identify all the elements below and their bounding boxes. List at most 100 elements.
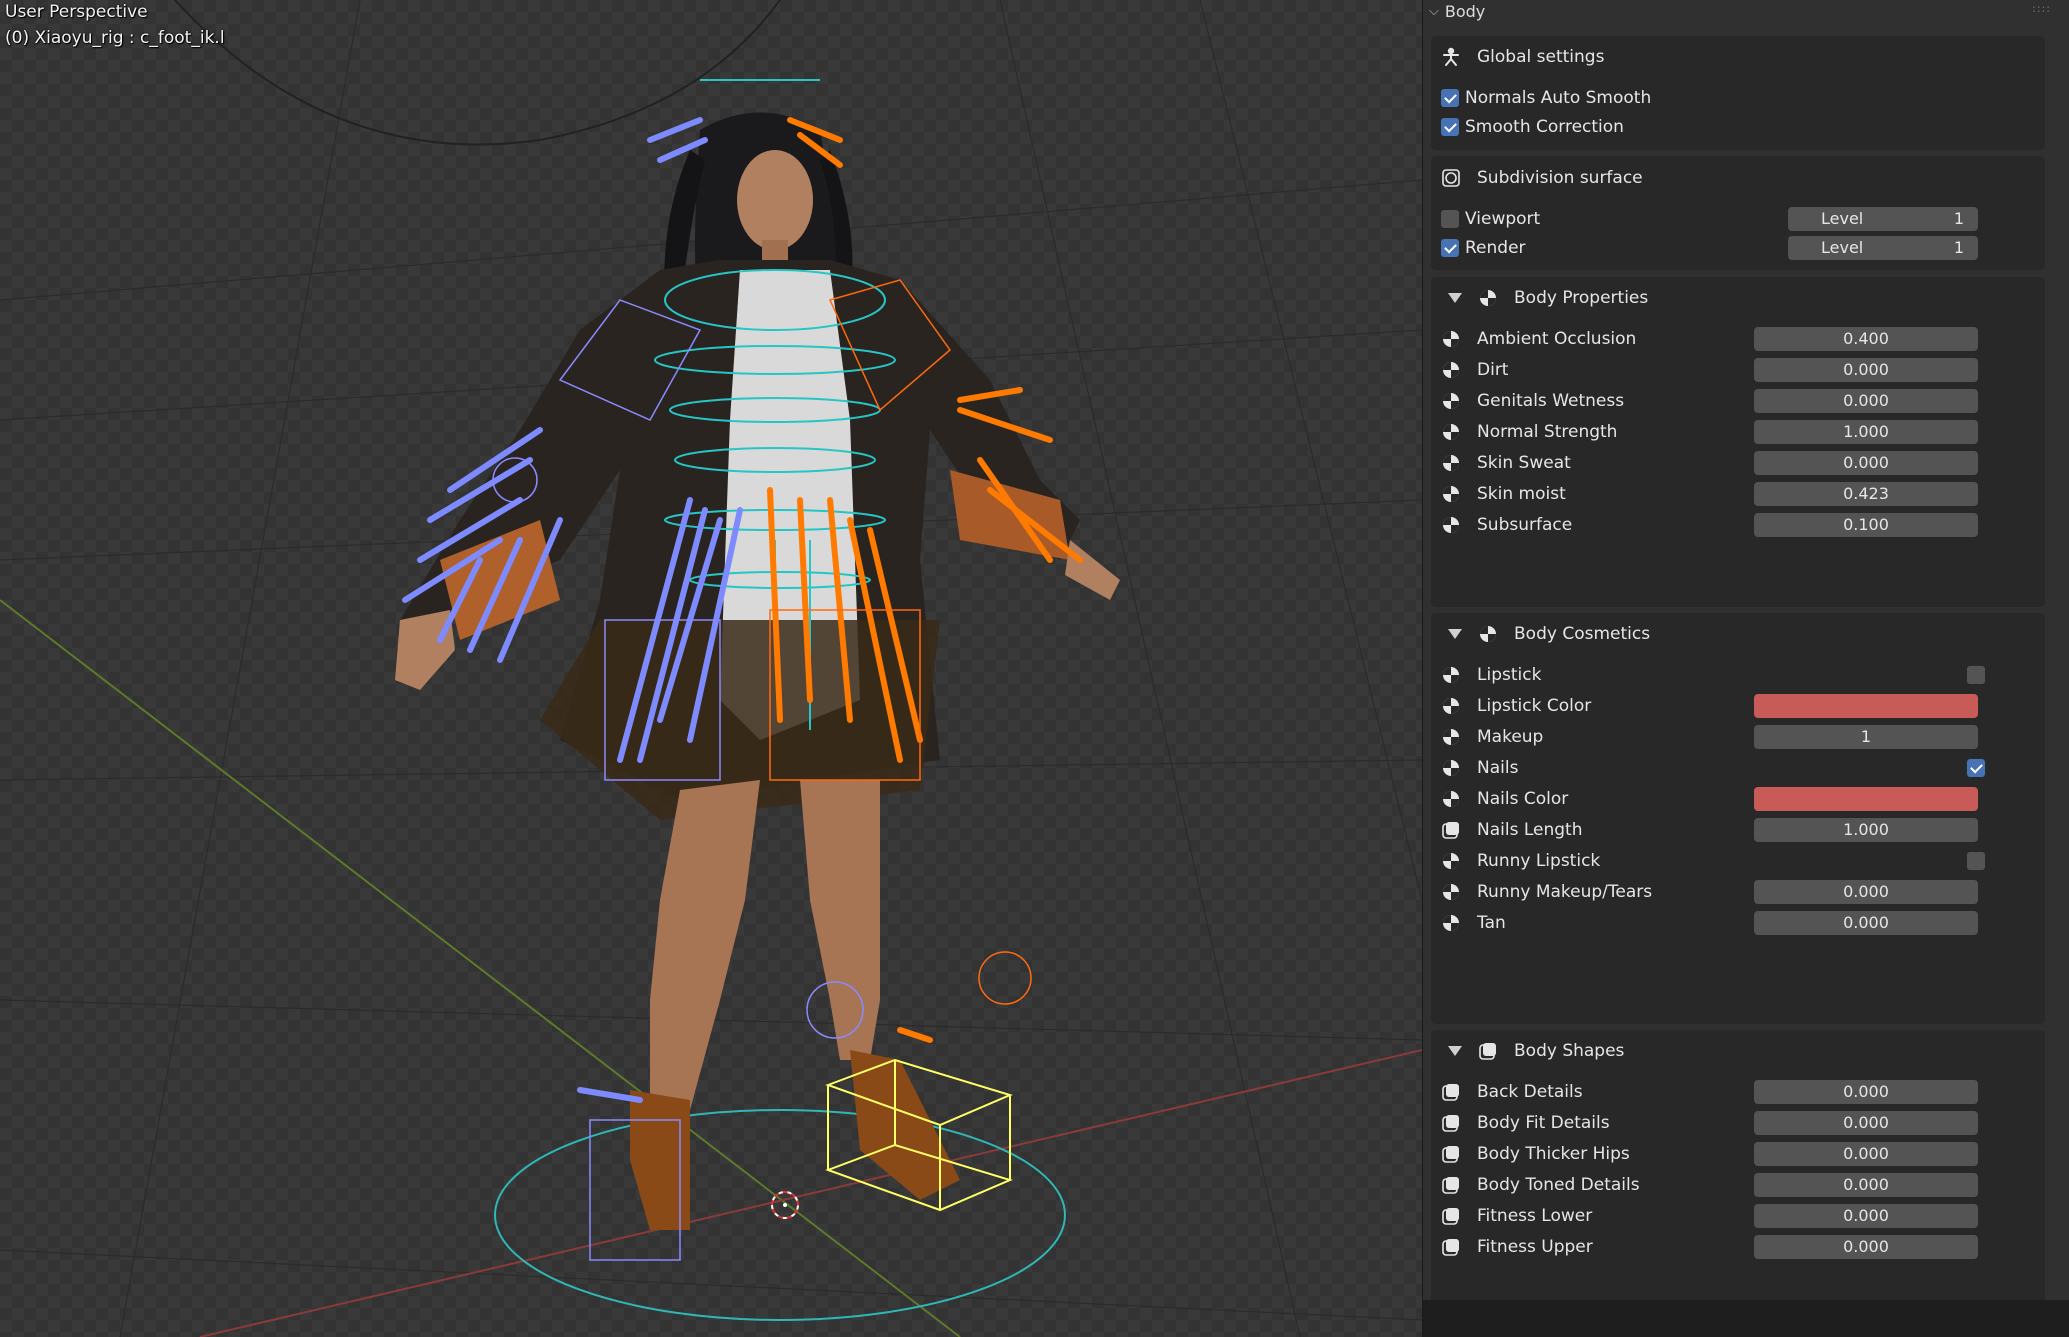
body-cosmetics-title: Body Cosmetics [1514, 624, 1651, 644]
collapse-triangle-icon[interactable] [1448, 629, 1462, 639]
shape-key-icon [1441, 820, 1461, 840]
back-details-row[interactable]: Back Details 0.000 [1431, 1075, 2045, 1109]
nails-label: Nails [1477, 758, 1519, 778]
body-shapes-header[interactable]: Body Shapes [1431, 1034, 2045, 1068]
collapse-triangle-icon[interactable] [1448, 293, 1462, 303]
normal-strength-row[interactable]: Normal Strength 1.000 [1431, 415, 2045, 449]
makeup-field[interactable]: 1 [1754, 725, 1978, 749]
fitness-upper-row[interactable]: Fitness Upper 0.000 [1431, 1230, 2045, 1264]
runny-lipstick-checkbox[interactable] [1967, 852, 1985, 870]
ambient-occlusion-row[interactable]: Ambient Occlusion 0.400 [1431, 322, 2045, 356]
normal-strength-field[interactable]: 1.000 [1754, 420, 1978, 444]
skin-moist-field[interactable]: 0.423 [1754, 482, 1978, 506]
body-toned-details-row[interactable]: Body Toned Details 0.000 [1431, 1168, 2045, 1202]
smooth-correction-label: Smooth Correction [1465, 117, 1624, 137]
fitness-lower-field[interactable]: 0.000 [1754, 1204, 1978, 1228]
drag-grip-icon[interactable]: :::: [2032, 2, 2051, 15]
makeup-row[interactable]: Makeup 1 [1431, 720, 2045, 754]
shape-key-icon [1441, 1175, 1461, 1195]
lipstick-checkbox[interactable] [1967, 666, 1985, 684]
subdiv-render-level-field[interactable]: Level 1 [1788, 236, 1978, 260]
shader-ball-icon [1441, 484, 1461, 504]
nails-color-row[interactable]: Nails Color [1431, 782, 2045, 816]
nails-checkbox[interactable] [1967, 759, 1985, 777]
subdiv-render-checkbox[interactable] [1441, 239, 1459, 257]
body-fit-details-row[interactable]: Body Fit Details 0.000 [1431, 1106, 2045, 1140]
subsurface-field[interactable]: 0.100 [1754, 513, 1978, 537]
shader-ball-icon [1441, 360, 1461, 380]
shader-ball-icon [1441, 329, 1461, 349]
makeup-label: Makeup [1477, 727, 1544, 747]
subsurface-row[interactable]: Subsurface 0.100 [1431, 508, 2045, 542]
ambient-occlusion-field[interactable]: 0.400 [1754, 327, 1978, 351]
runny-lipstick-label: Runny Lipstick [1477, 851, 1601, 871]
subdivision-title: Subdivision surface [1477, 168, 1643, 188]
3d-cursor[interactable] [771, 1191, 799, 1219]
chevron-down-icon[interactable]: ⌵ [1429, 4, 1439, 19]
genitals-wetness-field[interactable]: 0.000 [1754, 389, 1978, 413]
shape-key-icon [1441, 1144, 1461, 1164]
panel-header[interactable]: ⌵ Body :::: [1423, 0, 2069, 22]
lipstick-label: Lipstick [1477, 665, 1542, 685]
subdiv-viewport-label: Viewport [1465, 209, 1541, 229]
normals-auto-smooth-checkbox[interactable] [1441, 89, 1459, 107]
lipstick-color-swatch[interactable] [1754, 694, 1978, 718]
fitness-upper-field[interactable]: 0.000 [1754, 1235, 1978, 1259]
body-thicker-hips-row[interactable]: Body Thicker Hips 0.000 [1431, 1137, 2045, 1171]
armature-icon [1441, 47, 1461, 67]
smooth-correction-checkbox[interactable] [1441, 118, 1459, 136]
dirt-field[interactable]: 0.000 [1754, 358, 1978, 382]
shader-ball-icon [1441, 665, 1461, 685]
shader-ball-icon [1441, 727, 1461, 747]
body-properties-header[interactable]: Body Properties [1431, 281, 2045, 315]
global-settings-title: Global settings [1477, 47, 1605, 67]
nails-color-label: Nails Color [1477, 789, 1569, 809]
back-details-label: Back Details [1477, 1082, 1583, 1102]
body-fit-details-field[interactable]: 0.000 [1754, 1111, 1978, 1135]
nails-length-row[interactable]: Nails Length 1.000 [1431, 813, 2045, 847]
runny-makeup-row[interactable]: Runny Makeup/Tears 0.000 [1431, 875, 2045, 909]
scene-canvas[interactable] [0, 0, 1422, 1337]
subdiv-render-level-value: 1 [1953, 238, 1964, 257]
normal-strength-label: Normal Strength [1477, 422, 1618, 442]
tan-row[interactable]: Tan 0.000 [1431, 906, 2045, 940]
runny-makeup-field[interactable]: 0.000 [1754, 880, 1978, 904]
nails-length-field[interactable]: 1.000 [1754, 818, 1978, 842]
nails-color-swatch[interactable] [1754, 787, 1978, 811]
lipstick-row[interactable]: Lipstick [1431, 658, 2045, 692]
subdivision-header: Subdivision surface [1431, 161, 2045, 195]
body-properties-title: Body Properties [1514, 288, 1649, 308]
skin-sweat-field[interactable]: 0.000 [1754, 451, 1978, 475]
smooth-correction-row[interactable]: Smooth Correction [1431, 110, 2045, 144]
runny-lipstick-row[interactable]: Runny Lipstick [1431, 844, 2045, 878]
body-toned-details-field[interactable]: 0.000 [1754, 1173, 1978, 1197]
genitals-wetness-row[interactable]: Genitals Wetness 0.000 [1431, 384, 2045, 418]
subdiv-viewport-level-field[interactable]: Level 1 [1788, 207, 1978, 231]
nails-row[interactable]: Nails [1431, 751, 2045, 785]
subdiv-viewport-checkbox[interactable] [1441, 210, 1459, 228]
body-shapes-title: Body Shapes [1514, 1041, 1625, 1061]
back-details-field[interactable]: 0.000 [1754, 1080, 1978, 1104]
subsurface-label: Subsurface [1477, 515, 1573, 535]
tan-field[interactable]: 0.000 [1754, 911, 1978, 935]
character-mesh[interactable] [395, 112, 1120, 1231]
subdiv-render-row[interactable]: Render Level 1 [1431, 231, 2045, 265]
properties-panel[interactable]: ⌵ Body :::: Global settings Normals Auto… [1422, 0, 2069, 1337]
3d-viewport[interactable]: User Perspective (0) Xiaoyu_rig : c_foot… [0, 0, 1422, 1337]
lipstick-color-row[interactable]: Lipstick Color [1431, 689, 2045, 723]
fitness-lower-row[interactable]: Fitness Lower 0.000 [1431, 1199, 2045, 1233]
tan-label: Tan [1477, 913, 1506, 933]
fitness-lower-label: Fitness Lower [1477, 1206, 1593, 1226]
lipstick-color-label: Lipstick Color [1477, 696, 1592, 716]
skin-sweat-row[interactable]: Skin Sweat 0.000 [1431, 446, 2045, 480]
body-thicker-hips-field[interactable]: 0.000 [1754, 1142, 1978, 1166]
dirt-row[interactable]: Dirt 0.000 [1431, 353, 2045, 387]
shape-key-icon [1441, 1237, 1461, 1257]
collapse-triangle-icon[interactable] [1448, 1046, 1462, 1056]
fitness-upper-label: Fitness Upper [1477, 1237, 1593, 1257]
shape-key-icon [1478, 1041, 1498, 1061]
shader-ball-icon [1441, 422, 1461, 442]
shader-ball-icon [1441, 696, 1461, 716]
body-cosmetics-header[interactable]: Body Cosmetics [1431, 617, 2045, 651]
skin-moist-row[interactable]: Skin moist 0.423 [1431, 477, 2045, 511]
